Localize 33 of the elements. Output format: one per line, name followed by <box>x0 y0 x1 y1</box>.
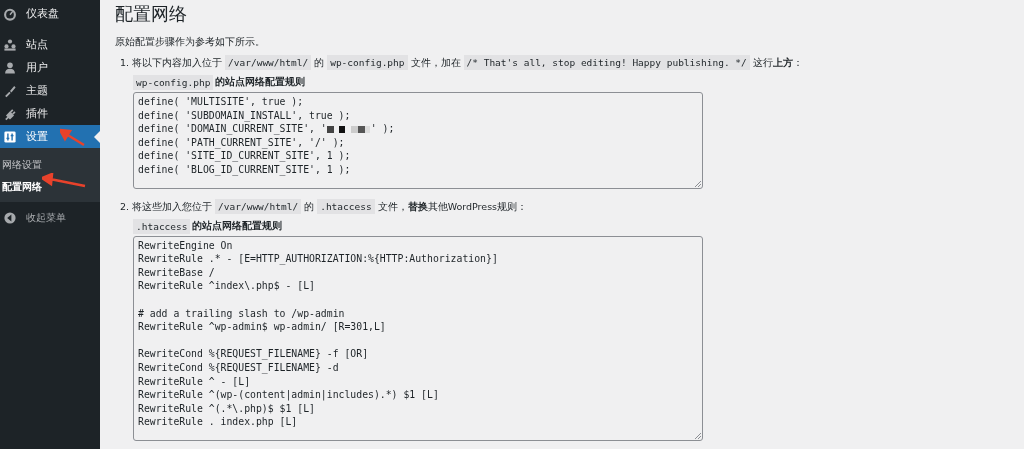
redacted-text-icon <box>326 124 371 134</box>
submenu-item[interactable]: 配置网络 <box>0 176 100 198</box>
resize-grip-icon <box>694 179 701 187</box>
code-textarea[interactable]: define( 'MULTISITE', true ); define( 'SUBDOMAIN_INSTALL', true ); define( 'DOMAIN_CURRENT_SITE', ' ' ); define( 'PATH_CURRENT_SITE', '/' ); define( 'SITE_ID_CURRENT_SITE', 1 ); define( 'BLOG_ID_CURRENT_SITE', 1 ); <box>133 92 703 189</box>
intro-text: 原始配置步骤作为参考如下所示。 <box>115 35 266 49</box>
user-icon <box>3 60 17 75</box>
step-text: 将这些加入您位于 /var/www/html/ 的 .htaccess 文件，替换其他WordPress规则： <box>132 198 528 215</box>
sidebar-item[interactable]: 仪表盘 <box>0 2 100 25</box>
sliders-icon <box>3 129 17 144</box>
page-title: 配置网络 <box>115 2 188 26</box>
brush-icon <box>3 83 17 98</box>
code-textarea[interactable]: RewriteEngine On RewriteRule .* - [E=HTTP_AUTHORIZATION:%{HTTP:Authorization}] RewriteBase / RewriteRule ^index\.php$ - [L] # add a trailing slash to /wp-admin RewriteRule ^wp-admin$ wp-admin/ [R=301,L] RewriteCond %{REQUEST_FILENAME} -f [OR] RewriteCond %{REQUEST_FILENAME} -d RewriteRule ^ - [L] RewriteRule ^(wp-(content|admin|includes).*) $1 [L] RewriteRule ^(.*\.php)$ $1 [L] RewriteRule . index.php [L] <box>133 235 703 441</box>
caption-text: 的站点网络配置规则 <box>192 219 283 233</box>
annotation-arrow <box>60 128 85 147</box>
file-name: .htaccess <box>133 218 191 234</box>
sidebar-item[interactable]: 主题 <box>0 79 100 102</box>
submenu-item[interactable]: 网络设置 <box>0 154 100 176</box>
sites-icon <box>3 37 17 52</box>
resize-grip-icon <box>694 432 701 439</box>
gauge-icon <box>3 6 17 21</box>
plug-icon <box>3 106 17 121</box>
step-text: 将以下内容加入位于 /var/www/html/ 的 wp-config.php 文件，加在 /* That's all, stop editing! Happy publishing. */ 这行上方： <box>132 55 803 71</box>
sidebar-item[interactable]: 插件 <box>0 102 100 125</box>
file-name: wp-config.php <box>133 75 214 90</box>
step-number: 1. <box>120 56 130 70</box>
sidebar-item[interactable]: 设置 <box>0 125 100 148</box>
caption-text: 的站点网络配置规则 <box>215 76 306 89</box>
annotation-arrow <box>42 173 86 188</box>
sidebar-item[interactable]: 站点 <box>0 33 100 56</box>
collapse-menu-button[interactable]: 收起菜单 <box>0 206 100 229</box>
step-number: 2. <box>120 199 130 214</box>
sidebar-item[interactable]: 用户 <box>0 56 100 79</box>
collapse-icon <box>3 210 17 225</box>
